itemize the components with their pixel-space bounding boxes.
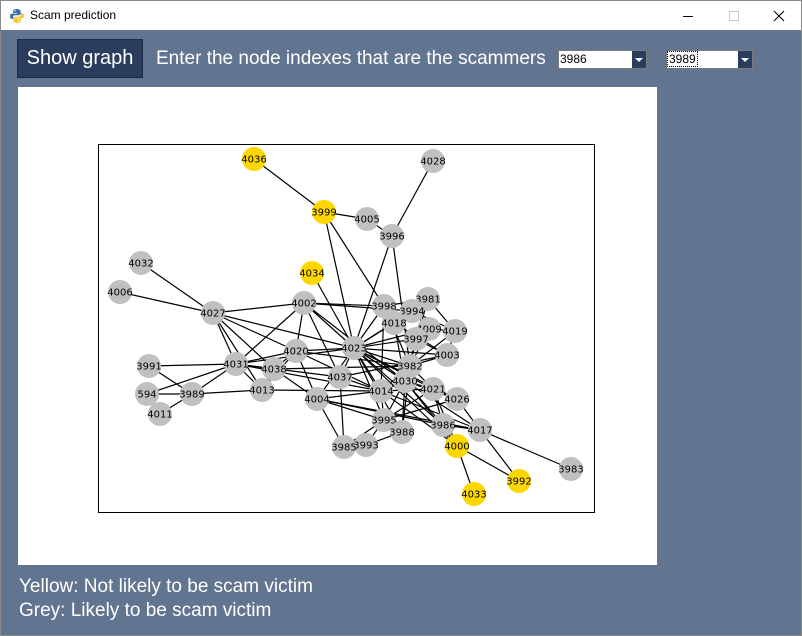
graph-node-4028: 4028 bbox=[420, 149, 446, 173]
node-label: 4017 bbox=[467, 426, 492, 437]
node-label: 3986 bbox=[430, 421, 455, 432]
window-title: Scam prediction bbox=[30, 8, 117, 22]
graph-node-4036: 4036 bbox=[241, 147, 267, 171]
graph-edge bbox=[212, 312, 355, 349]
graph-edge bbox=[323, 211, 355, 349]
minimize-button[interactable] bbox=[665, 1, 711, 30]
graph-node-4026: 4026 bbox=[444, 387, 470, 411]
graph-node-4033: 4033 bbox=[461, 482, 487, 506]
node-label: 4026 bbox=[444, 395, 469, 406]
maximize-icon bbox=[729, 10, 739, 21]
node-label: 4020 bbox=[283, 347, 308, 358]
node-label: 4028 bbox=[420, 157, 445, 168]
graph-node-4006: 4006 bbox=[107, 280, 133, 304]
minimize-icon bbox=[683, 15, 693, 17]
maximize-button[interactable] bbox=[711, 1, 757, 30]
close-button[interactable] bbox=[756, 1, 802, 30]
graph-node-3993: 3993 bbox=[353, 433, 379, 457]
node-label: 4036 bbox=[241, 155, 266, 166]
node-label: 4031 bbox=[223, 360, 248, 371]
node-label: 4032 bbox=[128, 259, 153, 270]
graph-nodes: 4036 40283999400539964032403440064002 3981… bbox=[107, 147, 584, 506]
node-label: 4011 bbox=[147, 410, 172, 421]
close-icon bbox=[773, 10, 785, 21]
node-label: 3989 bbox=[179, 390, 204, 401]
graph-node-4020: 4020 bbox=[283, 339, 309, 363]
graph-node-3999: 3999 bbox=[311, 200, 337, 224]
node-label: 3998 bbox=[371, 302, 396, 313]
scammer-combo-2[interactable]: 3989 bbox=[666, 50, 753, 69]
graph-edge bbox=[140, 262, 214, 314]
graph-node-594: 594 bbox=[135, 382, 159, 406]
graph-node-3983: 3983 bbox=[558, 457, 584, 481]
graph-node-3996: 3996 bbox=[379, 224, 405, 248]
graph-node-4003: 4003 bbox=[434, 343, 460, 367]
legend-grey: Grey: Likely to be scam victim bbox=[19, 600, 272, 621]
graph-node-3992: 3992 bbox=[506, 469, 532, 493]
graph-node-4032: 4032 bbox=[128, 251, 154, 275]
graph-node-3989: 3989 bbox=[179, 382, 205, 406]
scammer-combo-1-value: 3986 bbox=[560, 52, 587, 66]
node-label: 4027 bbox=[200, 309, 225, 320]
node-label: 4021 bbox=[420, 385, 445, 396]
graph-edge bbox=[235, 363, 341, 378]
graph-edge bbox=[479, 429, 572, 470]
chevron-down-icon[interactable] bbox=[738, 51, 752, 68]
title-bar: Scam prediction bbox=[1, 1, 801, 30]
graph-node-3991: 3991 bbox=[136, 354, 162, 378]
node-label: 4006 bbox=[107, 288, 132, 299]
node-label: 4018 bbox=[381, 319, 406, 330]
network-graph: 4036 40283999400539964032403440064002 3981… bbox=[98, 144, 595, 513]
node-label: 4000 bbox=[444, 442, 469, 453]
graph-node-4005: 4005 bbox=[354, 207, 380, 231]
node-label: 4014 bbox=[368, 387, 393, 398]
node-label: 4033 bbox=[461, 490, 486, 501]
node-label: 4030 bbox=[392, 377, 417, 388]
graph-node-3985: 3985 bbox=[331, 435, 357, 459]
node-label: 4019 bbox=[442, 327, 467, 338]
node-label: 3993 bbox=[353, 441, 378, 452]
app-window: Scam prediction Show graph Enter the nod… bbox=[0, 0, 802, 636]
legend-yellow: Yellow: Not likely to be scam victim bbox=[19, 576, 313, 597]
node-label: 3992 bbox=[506, 477, 531, 488]
node-label: 4038 bbox=[261, 365, 286, 376]
node-label: 3999 bbox=[311, 208, 336, 219]
graph-edge bbox=[253, 158, 325, 213]
graph-node-4034: 4034 bbox=[299, 261, 325, 285]
node-label: 4037 bbox=[327, 373, 352, 384]
chevron-down-icon[interactable] bbox=[632, 51, 646, 68]
graph-node-4017: 4017 bbox=[467, 418, 493, 442]
node-label: 3991 bbox=[136, 362, 161, 373]
graph-edge bbox=[353, 347, 448, 356]
graph-edge bbox=[391, 160, 434, 237]
node-label: 4005 bbox=[354, 215, 379, 226]
scammer-combo-1[interactable]: 3986 bbox=[558, 50, 647, 69]
node-label: 4023 bbox=[341, 344, 366, 355]
node-label: 3985 bbox=[331, 443, 356, 454]
show-graph-button[interactable]: Show graph bbox=[17, 39, 143, 78]
graph-canvas: 4036 4028 3999 4005 3996 4032 4034 4006 4002 3981… bbox=[18, 87, 657, 565]
graph-edge bbox=[119, 291, 214, 314]
node-label: 594 bbox=[137, 390, 156, 401]
node-label: 4002 bbox=[291, 299, 316, 310]
scammer-prompt-label: Enter the node indexes that are the scam… bbox=[156, 48, 546, 69]
node-label: 4003 bbox=[434, 351, 459, 362]
graph-node-4019: 4019 bbox=[442, 319, 468, 343]
node-label: 3996 bbox=[379, 232, 404, 243]
node-label: 3988 bbox=[389, 428, 414, 439]
node-label: 4034 bbox=[299, 269, 324, 280]
node-label: 3997 bbox=[403, 335, 428, 346]
node-label: 3983 bbox=[558, 465, 583, 476]
scammer-combo-2-value: 3989 bbox=[667, 51, 698, 67]
node-label: 4004 bbox=[304, 395, 329, 406]
graph-node-4011: 4011 bbox=[147, 402, 173, 426]
python-icon bbox=[9, 8, 25, 24]
node-label: 4013 bbox=[249, 386, 274, 397]
